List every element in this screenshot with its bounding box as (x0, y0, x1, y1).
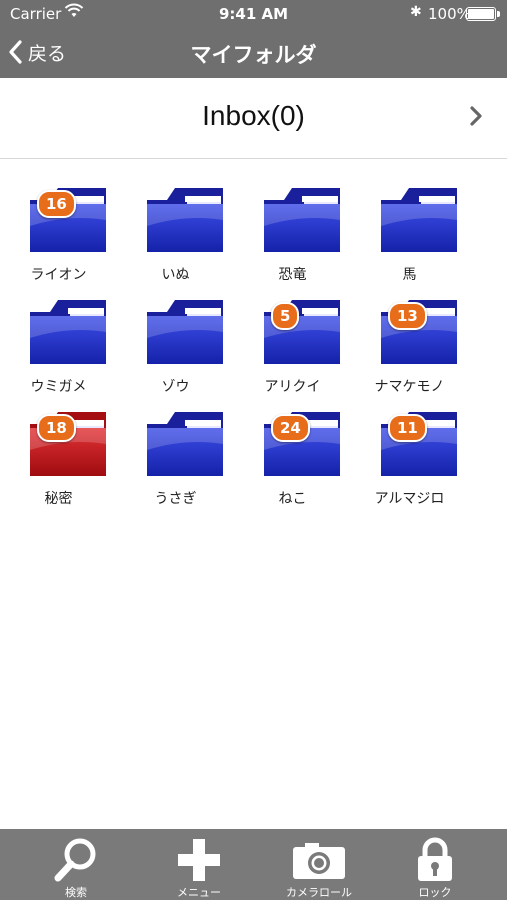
folder-name: 馬 (402, 267, 417, 283)
folder-icon (381, 188, 457, 252)
folder-name: ナマケモノ (374, 379, 445, 395)
folder-count-badge: 24 (271, 414, 310, 442)
tab-menu[interactable]: メニュー (136, 829, 262, 900)
camera-icon (293, 843, 345, 879)
folder-item[interactable]: 13 ナマケモノ (351, 284, 468, 395)
bluetooth-icon: ✱ (410, 4, 422, 20)
folder-item[interactable]: うさぎ (117, 396, 234, 507)
inbox-label: Inbox(0) (202, 100, 305, 131)
folder-item[interactable]: いぬ (117, 172, 234, 283)
folder-name: ウミガメ (30, 379, 87, 395)
folder-count-badge: 16 (37, 190, 76, 218)
battery-percent: 100% (428, 5, 471, 23)
folder-item[interactable]: ゾウ (117, 284, 234, 395)
folder-item[interactable]: ウミガメ (0, 284, 117, 395)
tab-bar: 検索 メニュー カメラロール ロック (0, 829, 507, 900)
folder-name: アリクイ (264, 379, 321, 395)
folder-icon (147, 300, 223, 364)
folder-count-badge: 18 (37, 414, 76, 442)
folder-name: いぬ (161, 267, 190, 283)
tab-menu-label: メニュー (177, 886, 221, 899)
chevron-right-icon (470, 106, 482, 126)
folder-name: ライオン (30, 267, 87, 283)
folder-name: アルマジロ (374, 491, 445, 507)
status-bar: Carrier 9:41 AM ✱ 100% (0, 0, 507, 28)
folder-item[interactable]: 24 ねこ (234, 396, 351, 507)
folder-count-badge: 5 (271, 302, 300, 330)
folder-item[interactable]: 11 アルマジロ (351, 396, 468, 507)
plus-icon (178, 839, 220, 881)
folder-item[interactable]: 恐竜 (234, 172, 351, 283)
tab-camera-roll[interactable]: カメラロール (256, 829, 382, 900)
page-title: マイフォルダ (190, 43, 317, 67)
inbox-row[interactable]: Inbox(0) (0, 78, 507, 159)
folder-item[interactable]: 馬 (351, 172, 468, 283)
folder-name: ゾウ (161, 379, 190, 395)
lock-icon (418, 837, 452, 881)
tab-search[interactable]: 検索 (13, 829, 139, 900)
folder-item[interactable]: 16 ライオン (0, 172, 117, 283)
folder-name: 秘密 (44, 491, 73, 507)
search-icon (54, 838, 96, 882)
folder-icon (264, 188, 340, 252)
folder-icon (30, 300, 106, 364)
tab-lock[interactable]: ロック (372, 829, 498, 900)
folder-name: うさぎ (154, 491, 197, 507)
folder-name: 恐竜 (278, 267, 307, 283)
folder-icon (147, 188, 223, 252)
folder-count-badge: 13 (388, 302, 427, 330)
tab-search-label: 検索 (65, 886, 87, 899)
folder-icon (147, 412, 223, 476)
tab-lock-label: ロック (418, 886, 452, 899)
folder-count-badge: 11 (388, 414, 427, 442)
folder-item[interactable]: 18 秘密 (0, 396, 117, 507)
battery-icon (466, 7, 500, 21)
folder-name: ねこ (278, 491, 307, 507)
navigation-bar: 戻る マイフォルダ (0, 28, 507, 78)
folder-item[interactable]: 5 アリクイ (234, 284, 351, 395)
tab-camera-roll-label: カメラロール (286, 886, 352, 899)
